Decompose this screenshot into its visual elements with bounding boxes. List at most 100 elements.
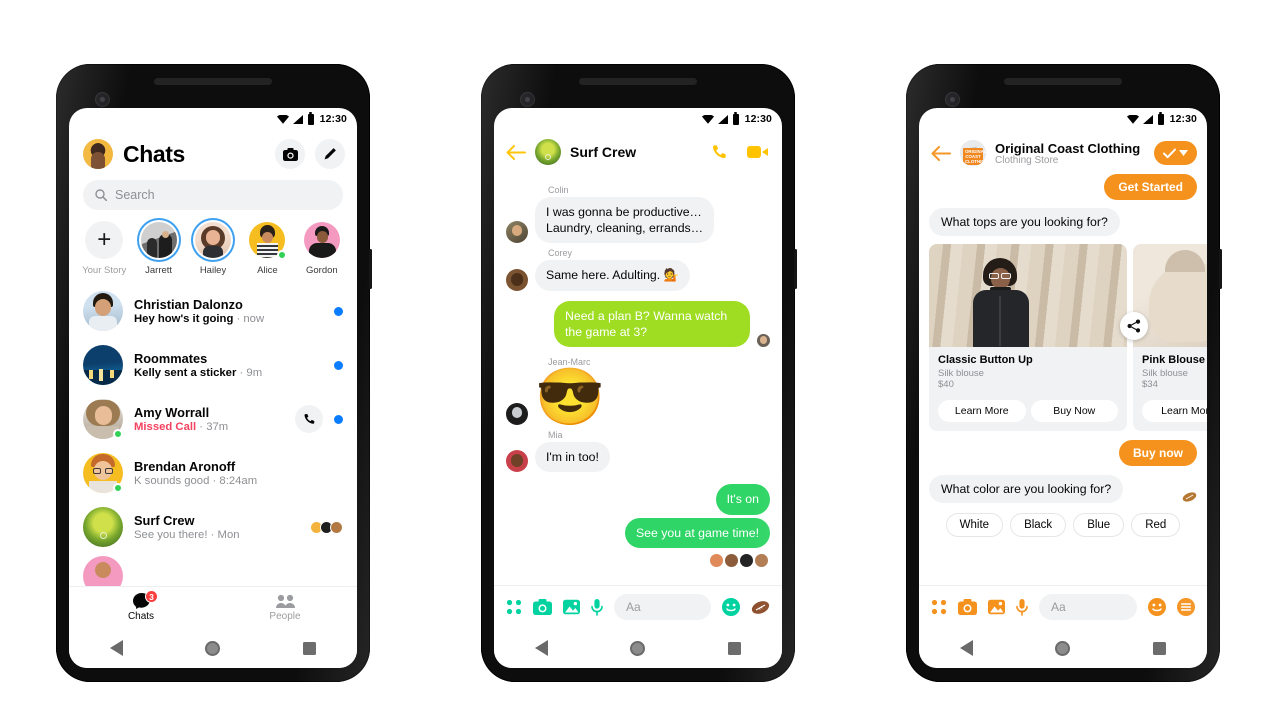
avatar <box>506 268 528 291</box>
get-started-button[interactable]: Get Started <box>1104 174 1197 200</box>
story-ring <box>302 220 342 260</box>
smiley-icon[interactable] <box>722 598 740 616</box>
chat-time: 8:24am <box>219 475 258 487</box>
nav-recents-square-icon[interactable] <box>727 641 741 655</box>
android-nav-bar[interactable] <box>494 628 782 668</box>
apps-grid-icon[interactable] <box>931 599 947 615</box>
camera-icon[interactable] <box>958 599 977 615</box>
product-carousel[interactable]: Classic Button Up Silk blouse $40 Learn … <box>929 244 1207 431</box>
preview-text: Missed Call <box>134 421 197 433</box>
story-ring <box>139 220 179 260</box>
receipt-avatar <box>725 553 738 567</box>
learn-more-button[interactable]: Learn More <box>938 400 1026 422</box>
product-title: Classic Button Up <box>938 354 1033 366</box>
earpiece-speaker <box>154 78 272 85</box>
power-button[interactable] <box>794 249 797 289</box>
stories-tray[interactable]: + Your Story Jarrett Hailey Alice Gordon <box>69 220 357 282</box>
nav-back-triangle-icon[interactable] <box>110 640 124 656</box>
story-item-hailey[interactable]: Hailey <box>186 220 240 276</box>
message-composer[interactable]: Aa <box>494 585 782 628</box>
business-logo-text: ORIGINAL COAST CLOTHING <box>963 148 986 166</box>
nav-home-circle-icon[interactable] <box>1055 640 1071 656</box>
business-category: Clothing Store <box>995 154 1059 166</box>
nav-home-circle-icon[interactable] <box>630 640 646 656</box>
chat-list-item[interactable]: Brendan Aronoff K sounds good · 8:24am <box>69 446 357 500</box>
compose-button[interactable] <box>315 139 345 169</box>
search-input[interactable]: Search <box>83 180 343 210</box>
story-item-gordon[interactable]: Gordon <box>295 220 349 276</box>
avatar <box>83 291 123 331</box>
android-nav-bar[interactable] <box>919 628 1207 668</box>
quick-reply-blue[interactable]: Blue <box>1073 513 1125 537</box>
power-button[interactable] <box>1219 249 1222 289</box>
back-arrow-icon[interactable] <box>506 144 526 160</box>
chat-list-item-partial[interactable] <box>69 554 357 586</box>
story-item-your-story[interactable]: + Your Story <box>77 220 131 276</box>
tab-chats[interactable]: 3 Chats <box>69 590 213 622</box>
chat-text: Christian Dalonzo Hey how's it going · n… <box>134 297 323 325</box>
product-card[interactable]: Pink Blouse Silk blouse $34 Learn More <box>1133 244 1207 431</box>
apps-grid-icon[interactable] <box>506 599 522 615</box>
story-item-jarrett[interactable]: Jarrett <box>131 220 185 276</box>
message-list[interactable]: Colin I was gonna be productive… Laundry… <box>494 176 782 567</box>
quick-reply-white[interactable]: White <box>945 513 1004 537</box>
chat-text: Roommates Kelly sent a sticker · 9m <box>134 351 323 379</box>
chat-list-item[interactable]: Christian Dalonzo Hey how's it going · n… <box>69 284 357 338</box>
nav-back-triangle-icon[interactable] <box>535 640 549 656</box>
camera-icon[interactable] <box>533 599 552 615</box>
story-item-alice[interactable]: Alice <box>240 220 294 276</box>
chat-list[interactable]: Christian Dalonzo Hey how's it going · n… <box>69 282 357 586</box>
quick-reply-red[interactable]: Red <box>1131 513 1181 537</box>
microphone-icon[interactable] <box>591 598 603 616</box>
buy-now-reply-button[interactable]: Buy now <box>1119 440 1197 466</box>
nav-back-triangle-icon[interactable] <box>960 640 974 656</box>
business-logo[interactable]: ORIGINAL COAST CLOTHING <box>960 140 986 166</box>
gallery-icon[interactable] <box>563 599 580 615</box>
message-bubble: I'm in too! <box>535 442 610 473</box>
camera-button[interactable] <box>275 139 305 169</box>
buy-now-button[interactable]: Buy Now <box>1030 400 1118 422</box>
product-price: $40 <box>938 379 954 390</box>
chat-list-item[interactable]: Surf Crew See you there! · Mon <box>69 500 357 554</box>
preview-text: See you there! <box>134 529 208 541</box>
avatar[interactable] <box>83 139 113 169</box>
product-info: Classic Button Up Silk blouse $40 <box>929 347 1127 394</box>
message-row: I was gonna be productive… Laundry, clea… <box>506 197 770 244</box>
learn-more-button[interactable]: Learn More <box>1142 400 1207 422</box>
quick-reply-row[interactable]: White Black Blue Red <box>929 513 1197 537</box>
message-input[interactable]: Aa <box>614 594 711 620</box>
power-button[interactable] <box>369 249 372 289</box>
product-actions: Learn More Buy Now <box>929 394 1127 431</box>
nav-recents-square-icon[interactable] <box>1152 641 1166 655</box>
nav-home-circle-icon[interactable] <box>205 640 221 656</box>
football-sticker-icon[interactable] <box>751 600 770 615</box>
chat-text: Surf Crew See you there! · Mon <box>134 513 302 541</box>
video-camera-icon[interactable] <box>747 145 768 159</box>
tab-people[interactable]: People <box>213 594 357 622</box>
back-arrow-icon[interactable] <box>931 145 951 161</box>
verified-menu-button[interactable] <box>1154 141 1197 165</box>
chat-list-item[interactable]: Roommates Kelly sent a sticker · 9m <box>69 338 357 392</box>
gallery-icon[interactable] <box>988 599 1005 615</box>
call-back-button[interactable] <box>295 405 323 433</box>
chat-list-item[interactable]: Amy Worrall Missed Call · 37m <box>69 392 357 446</box>
signal-icon <box>717 114 728 124</box>
message-bubble: I was gonna be productive… Laundry, clea… <box>535 197 714 244</box>
product-card[interactable]: Classic Button Up Silk blouse $40 Learn … <box>929 244 1127 431</box>
message-input[interactable]: Aa <box>1039 594 1137 620</box>
nav-recents-square-icon[interactable] <box>302 641 316 655</box>
business-conversation[interactable]: Get Started What tops are you looking fo… <box>919 174 1207 537</box>
share-button[interactable] <box>1120 312 1148 340</box>
avatar[interactable] <box>535 139 561 165</box>
message-composer[interactable]: Aa <box>919 585 1207 628</box>
microphone-icon[interactable] <box>1016 598 1028 616</box>
message-bubble: It's on <box>715 484 770 515</box>
bottom-tab-bar[interactable]: 3 Chats People <box>69 586 357 628</box>
unread-indicator <box>334 414 343 424</box>
quick-reply-black[interactable]: Black <box>1010 513 1067 537</box>
phone-icon[interactable] <box>711 144 728 161</box>
smiley-icon[interactable] <box>1148 598 1166 616</box>
message-sender-label: Corey <box>548 248 573 259</box>
hamburger-menu-icon[interactable] <box>1177 598 1195 616</box>
android-nav-bar[interactable] <box>69 628 357 668</box>
